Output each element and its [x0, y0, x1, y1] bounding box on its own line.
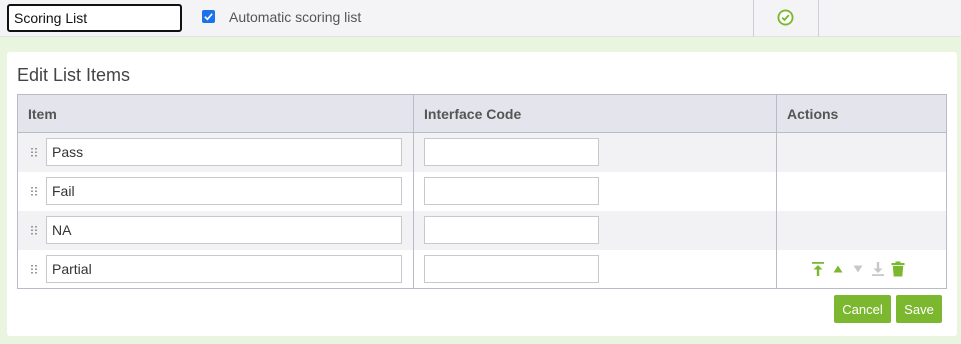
drag-handle-icon[interactable] — [30, 225, 38, 236]
list-items-table: Item Interface Code Actions — [17, 94, 947, 289]
move-to-top-icon — [812, 262, 824, 276]
move-down-button[interactable] — [848, 260, 868, 278]
item-name-input[interactable] — [46, 216, 402, 244]
cancel-button[interactable]: Cancel — [834, 295, 891, 323]
table-row — [18, 250, 946, 289]
top-toolbar: Automatic scoring list — [0, 0, 961, 37]
interface-code-input[interactable] — [424, 255, 599, 283]
move-to-bottom-icon — [872, 262, 884, 276]
checkmark-icon — [204, 13, 213, 21]
panel-title: Edit List Items — [17, 65, 131, 85]
move-up-button[interactable] — [828, 260, 848, 278]
toolbar-divider — [753, 0, 754, 37]
list-name-input[interactable] — [7, 4, 182, 32]
check-circle-icon[interactable] — [777, 9, 794, 26]
interface-code-input[interactable] — [424, 138, 599, 166]
item-name-input[interactable] — [46, 177, 402, 205]
item-name-input[interactable] — [46, 255, 402, 283]
trash-icon — [891, 261, 905, 277]
column-divider — [413, 95, 414, 288]
item-name-input[interactable] — [46, 138, 402, 166]
column-header-actions: Actions — [787, 106, 839, 122]
move-up-icon — [833, 265, 843, 273]
save-button[interactable]: Save — [896, 295, 942, 323]
move-to-bottom-button[interactable] — [868, 260, 888, 278]
interface-code-input[interactable] — [424, 177, 599, 205]
column-header-item: Item — [28, 106, 57, 122]
drag-handle-icon[interactable] — [30, 264, 38, 275]
drag-handle-icon[interactable] — [30, 147, 38, 158]
table-row — [18, 133, 946, 172]
move-down-icon — [853, 265, 863, 273]
column-header-interface-code: Interface Code — [424, 106, 522, 122]
table-header: Item Interface Code Actions — [18, 95, 946, 133]
column-divider — [776, 95, 777, 288]
table-row — [18, 211, 946, 250]
delete-row-button[interactable] — [888, 260, 908, 278]
interface-code-input[interactable] — [424, 216, 599, 244]
move-to-top-button[interactable] — [808, 260, 828, 278]
row-actions — [808, 260, 908, 278]
edit-list-items-panel: Edit List Items Item Interface Code Acti… — [7, 52, 957, 336]
table-row — [18, 172, 946, 211]
drag-handle-icon[interactable] — [30, 186, 38, 197]
automatic-scoring-checkbox[interactable] — [202, 10, 215, 23]
toolbar-divider — [818, 0, 819, 37]
automatic-scoring-label: Automatic scoring list — [229, 9, 362, 25]
